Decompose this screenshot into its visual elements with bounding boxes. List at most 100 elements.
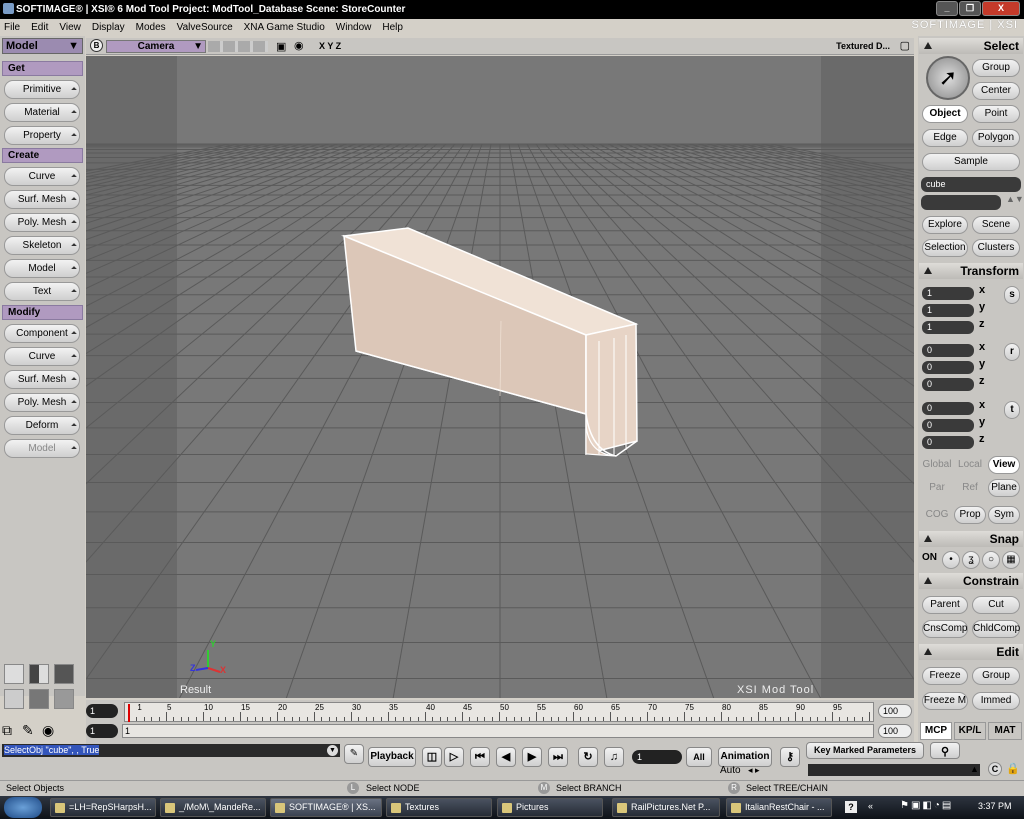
help-icon[interactable]: ? <box>845 801 857 813</box>
section-get[interactable]: Get <box>2 61 83 76</box>
axis-z-label[interactable]: z <box>979 433 985 445</box>
close-button[interactable]: X <box>982 1 1020 16</box>
modify-deform-button[interactable]: Deform <box>4 416 80 435</box>
axis-z-label[interactable]: z <box>979 318 985 330</box>
axis-x-label[interactable]: x <box>979 341 985 353</box>
tweak-tool-icon[interactable]: ✎ <box>22 722 40 740</box>
par-button[interactable]: Par <box>920 479 954 497</box>
freeze-button[interactable]: Freeze <box>922 667 968 685</box>
range-slider[interactable]: 1 <box>122 724 874 738</box>
translate-y-field[interactable]: 0 <box>922 419 974 432</box>
module-selector[interactable]: Model ▼ <box>2 38 83 54</box>
select-group-button[interactable]: Group <box>972 59 1020 77</box>
stepper-icon[interactable]: ▲▼ <box>1006 194 1024 204</box>
immed-button[interactable]: Immed <box>972 692 1020 710</box>
transform-header[interactable]: Transform <box>919 263 1023 279</box>
viewport-3d[interactable]: Y Z X Result XSI Mod Tool <box>86 56 914 698</box>
taskbar-item-textures[interactable]: Textures <box>386 798 492 817</box>
timeline-start-field[interactable]: 1 <box>86 704 118 718</box>
axis-y-label[interactable]: y <box>979 301 985 313</box>
freeze-m-button[interactable]: Freeze M <box>922 692 968 710</box>
timeline-end-field[interactable]: 100 <box>878 704 912 718</box>
rotate-mode-button[interactable]: r <box>1004 343 1020 361</box>
snap-grid-icon[interactable]: ▦ <box>1002 551 1020 569</box>
layout-split-icon[interactable] <box>29 664 49 684</box>
start-button[interactable] <box>4 797 42 818</box>
axis-y-label[interactable]: y <box>979 358 985 370</box>
ref-button[interactable]: Ref <box>954 479 986 497</box>
display-mode-menu[interactable]: Textured D... <box>836 41 890 51</box>
palette-icon[interactable]: ◉ <box>42 722 60 740</box>
key-marked-parameters-button[interactable]: Key Marked Parameters <box>806 742 924 759</box>
menu-help[interactable]: Help <box>382 22 403 33</box>
taskbar-item-pictures[interactable]: Pictures <box>497 798 603 817</box>
next-key-icon[interactable]: ▷ <box>444 747 464 767</box>
global-button[interactable]: Global <box>920 456 954 474</box>
minimize-button[interactable]: _ <box>936 1 958 16</box>
camera-selector[interactable]: Camera ▼ <box>106 40 206 53</box>
playback-button[interactable]: Playback <box>368 747 416 767</box>
layout-col-icon[interactable] <box>29 689 49 709</box>
range-end-field[interactable]: 100 <box>878 724 912 738</box>
get-property-button[interactable]: Property <box>4 126 80 145</box>
select-header[interactable]: Select <box>919 38 1023 54</box>
plane-button[interactable]: Plane <box>988 479 1020 497</box>
rotate-z-field[interactable]: 0 <box>922 378 974 391</box>
scale-y-field[interactable]: 1 <box>922 304 974 317</box>
get-material-button[interactable]: Material <box>4 103 80 122</box>
translate-mode-button[interactable]: t <box>1004 401 1020 419</box>
create-skeleton-button[interactable]: Skeleton <box>4 236 80 255</box>
prop-button[interactable]: Prop <box>954 506 986 524</box>
layout-single-icon[interactable] <box>4 664 24 684</box>
select-center-button[interactable]: Center <box>972 82 1020 100</box>
script-editor-icon[interactable]: ✎ <box>344 744 364 764</box>
layout-quad-icon[interactable] <box>54 664 74 684</box>
key-nav-icon[interactable]: ◂ ▸ <box>748 765 760 776</box>
taskbar-item-1[interactable]: =LH=RepSHarpsH... <box>50 798 156 817</box>
local-button[interactable]: Local <box>954 456 986 474</box>
layout-row-icon[interactable] <box>4 689 24 709</box>
play-icon[interactable]: ▶ <box>522 747 542 767</box>
create-poly-mesh-button[interactable]: Poly. Mesh <box>4 213 80 232</box>
section-create[interactable]: Create <box>2 148 83 163</box>
axis-y-label[interactable]: y <box>979 416 985 428</box>
snap-curve-icon[interactable]: ʓ <box>962 551 980 569</box>
lock-icon[interactable]: 🔒 <box>1006 762 1020 775</box>
select-object-button[interactable]: Object <box>922 105 968 123</box>
play-back-icon[interactable]: ◀ <box>496 747 516 767</box>
translate-x-field[interactable]: 0 <box>922 402 974 415</box>
cnscomp-button[interactable]: CnsComp <box>922 620 968 638</box>
camera-icon[interactable]: ▣ <box>276 40 286 53</box>
create-text-button[interactable]: Text <box>4 282 80 301</box>
rotate-x-field[interactable]: 0 <box>922 344 974 357</box>
snap-header[interactable]: Snap <box>919 531 1023 547</box>
scale-mode-button[interactable]: s <box>1004 286 1020 304</box>
viewport-b-button[interactable]: B <box>90 39 103 52</box>
snap-on-toggle[interactable]: ON <box>922 552 937 563</box>
maximize-button[interactable]: ❐ <box>959 1 981 16</box>
menu-view[interactable]: View <box>59 22 81 33</box>
snap-point-icon[interactable]: • <box>942 551 960 569</box>
tray-arrow-icon[interactable]: « <box>868 801 873 811</box>
animation-button[interactable]: Animation <box>718 747 772 767</box>
constrain-header[interactable]: Constrain <box>919 573 1023 589</box>
section-modify[interactable]: Modify <box>2 305 83 320</box>
axis-x-label[interactable]: x <box>979 399 985 411</box>
first-frame-icon[interactable]: ◫ <box>422 747 442 767</box>
snap-surface-icon[interactable]: ○ <box>982 551 1000 569</box>
create-curve-button[interactable]: Curve <box>4 167 80 186</box>
axes-label[interactable]: X Y Z <box>319 41 341 51</box>
cog-button[interactable]: COG <box>920 506 954 524</box>
edit-group-button[interactable]: Group <box>972 667 1020 685</box>
taskbar-item-2[interactable]: _/MoM\_MandeRe... <box>160 798 266 817</box>
playhead[interactable] <box>128 704 130 722</box>
eye-icon[interactable]: ◉ <box>294 39 304 52</box>
menu-window[interactable]: Window <box>336 22 372 33</box>
layout-alt-icon[interactable] <box>54 689 74 709</box>
select-edge-button[interactable]: Edge <box>922 129 968 147</box>
taskbar-item-italian-chair[interactable]: ItalianRestChair - ... <box>726 798 832 817</box>
taskbar-item-softimage[interactable]: SOFTIMAGE® | XS... <box>270 798 382 817</box>
rewind-icon[interactable]: ⏮ <box>470 747 490 767</box>
selection-name-field[interactable]: cube <box>921 177 1021 192</box>
scale-x-field[interactable]: 1 <box>922 287 974 300</box>
